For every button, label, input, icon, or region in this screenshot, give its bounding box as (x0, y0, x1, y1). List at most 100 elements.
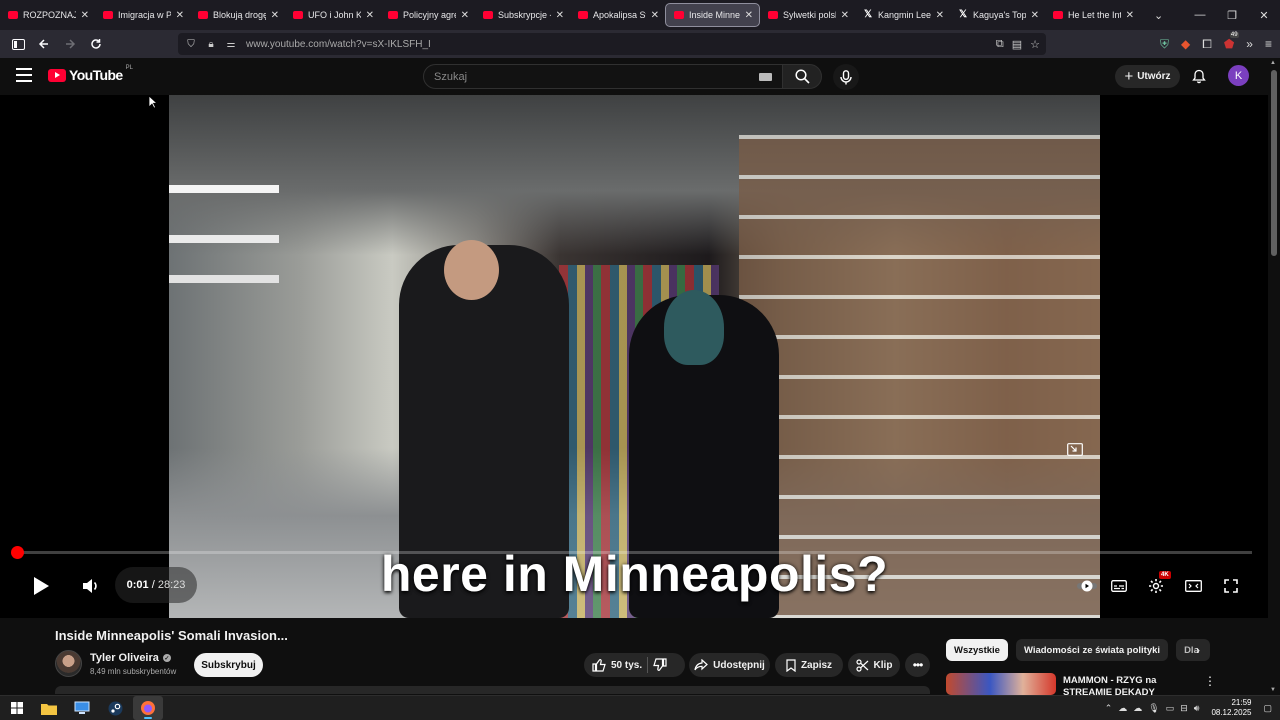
guide-menu-icon[interactable] (16, 68, 32, 82)
search-button[interactable] (782, 64, 822, 89)
close-tab-icon[interactable]: ✕ (1126, 10, 1134, 21)
start-button[interactable] (2, 696, 32, 720)
taskbar-file-explorer[interactable] (34, 696, 64, 720)
close-tab-icon[interactable]: ✕ (366, 10, 374, 21)
notifications-bell-icon[interactable] (1190, 67, 1208, 85)
tray-microphone-icon[interactable]: 🎙︎ (1148, 703, 1159, 714)
browser-tab[interactable]: 𝕏 Kangmin Lee | P ✕ (855, 3, 950, 27)
speaker-icon[interactable]: 🔊︎ (1194, 703, 1200, 714)
browser-tab[interactable]: Subskrypcje - Yo ✕ (475, 3, 570, 27)
chip-politics[interactable]: Wiadomości ze świata polityki (1015, 639, 1169, 661)
cloud-sync-icon[interactable]: ☁ (1133, 703, 1142, 714)
scroll-up-icon[interactable]: ▲ (1270, 60, 1276, 66)
browser-tab[interactable]: Policyjny agresor ✕ (380, 3, 475, 27)
overflow-chevron-icon[interactable]: » (1246, 37, 1253, 51)
share-button[interactable]: Udostępnij (689, 653, 770, 677)
voice-search-button[interactable] (833, 64, 859, 90)
page-scrollbar[interactable]: ▲ ▼ (1268, 58, 1280, 695)
subtitles-button[interactable] (1108, 575, 1130, 597)
subscribe-button[interactable]: Subskrybuj (194, 653, 263, 677)
ublock-extension-icon[interactable]: ⬟ 49 (1224, 32, 1239, 51)
close-tab-icon[interactable]: ✕ (936, 10, 944, 21)
channel-avatar[interactable] (55, 650, 82, 677)
reader-view-icon[interactable]: ▤ (1012, 38, 1022, 51)
sidebar-toggle-icon[interactable] (6, 32, 30, 56)
save-button[interactable]: Zapisz (775, 653, 843, 677)
keyboard-icon[interactable] (759, 73, 772, 81)
tray-overflow-icon[interactable]: ⌃ (1105, 703, 1113, 714)
app-menu-icon[interactable]: ≡ (1265, 37, 1272, 51)
close-tab-icon[interactable]: ✕ (176, 10, 184, 21)
channel-name[interactable]: Tyler Oliveira (90, 652, 159, 664)
lock-icon[interactable]: 🔒︎ (204, 39, 218, 50)
browser-tab-active[interactable]: Inside Minneapo ✕ (665, 3, 760, 27)
forward-icon[interactable] (58, 32, 82, 56)
reload-icon[interactable] (84, 32, 108, 56)
channel-name-row[interactable]: Tyler Oliveira ✓ (90, 652, 171, 664)
close-tab-icon[interactable]: ✕ (651, 10, 659, 21)
close-tab-icon[interactable]: ✕ (841, 10, 849, 21)
browser-tab[interactable]: He Let the Intru ✕ (1045, 3, 1140, 27)
back-icon[interactable] (32, 32, 56, 56)
browser-tab[interactable]: Apokalipsa Stali ✕ (570, 3, 665, 27)
tracking-shield-icon[interactable]: ⛉ (184, 39, 198, 50)
recommended-video-title[interactable]: MAMMON - RZYG na STREAMIE DEKADY KONIEC (1063, 675, 1193, 695)
autoplay-toggle[interactable] (1076, 575, 1098, 597)
close-tab-icon[interactable]: ✕ (271, 10, 279, 21)
video-player[interactable]: here in Minneapolis? 0:01 / 28:23 4K (0, 95, 1268, 618)
youtube-logo[interactable]: YouTube PL (48, 65, 133, 83)
scrubber-handle[interactable] (10, 546, 24, 559)
fox-extension-icon[interactable]: ◆ (1181, 37, 1190, 51)
taskbar-steam[interactable] (100, 696, 130, 720)
search-input[interactable] (434, 70, 734, 83)
search-box[interactable] (423, 64, 783, 89)
minimize-icon[interactable]: — (1184, 0, 1216, 30)
tab-list-chevron-icon[interactable]: ⌄ (1154, 9, 1163, 22)
progress-bar[interactable] (10, 546, 1252, 559)
browser-tab[interactable]: ROZPOZNAJ KO ✕ (0, 3, 95, 27)
account-avatar[interactable]: K (1228, 65, 1249, 86)
browser-tab[interactable]: Sylwetki polskich ✕ (760, 3, 855, 27)
clip-button[interactable]: Klip (848, 653, 900, 677)
fullscreen-button[interactable] (1220, 575, 1242, 597)
permissions-icon[interactable]: ⚌ (224, 39, 238, 50)
taskbar-remote-desktop[interactable] (67, 696, 97, 720)
browser-tab[interactable]: UFO i John Kenn ✕ (285, 3, 380, 27)
close-tab-icon[interactable]: ✕ (1031, 10, 1039, 21)
browser-tab[interactable]: Imigracja w Pols ✕ (95, 3, 190, 27)
onedrive-icon[interactable]: ☁ (1118, 703, 1127, 714)
theater-mode-button[interactable] (1182, 575, 1204, 597)
scrollbar-thumb[interactable] (1271, 70, 1277, 256)
chip-all[interactable]: Wszystkie (946, 639, 1008, 661)
miniplayer-icon[interactable] (1064, 438, 1086, 460)
close-tab-icon[interactable]: ✕ (745, 10, 753, 21)
extensions-puzzle-icon[interactable]: ⧠ (1202, 37, 1212, 52)
recommended-video-menu-icon[interactable]: ⋮ (1204, 674, 1216, 688)
bookmark-star-icon[interactable]: ☆ (1030, 38, 1040, 51)
restore-icon[interactable]: ❐ (1216, 0, 1248, 30)
browser-tab[interactable]: 𝕏 Kaguya's Top Gi ✕ (950, 3, 1045, 27)
chips-next-chevron-icon[interactable]: › (1188, 640, 1208, 660)
address-bar[interactable]: ⛉ 🔒︎ ⚌ www.youtube.com/watch?v=sX-IKLSFH… (178, 33, 1046, 55)
close-tab-icon[interactable]: ✕ (461, 10, 469, 21)
play-button[interactable] (28, 573, 54, 599)
scroll-down-icon[interactable]: ▼ (1270, 687, 1276, 693)
url-text[interactable]: www.youtube.com/watch?v=sX-IKLSFH_I (246, 39, 431, 50)
close-tab-icon[interactable]: ✕ (81, 10, 89, 21)
picture-in-picture-icon[interactable]: ⧉ (996, 38, 1004, 51)
more-actions-icon[interactable]: ••• (905, 653, 930, 677)
notifications-icon[interactable]: ▢ (1263, 703, 1272, 714)
volume-button[interactable] (78, 573, 104, 599)
shield-extension-icon[interactable]: ⛨ (1160, 37, 1169, 52)
dislike-button[interactable] (653, 658, 667, 672)
video-frame[interactable]: here in Minneapolis? (169, 95, 1100, 618)
like-button[interactable]: 50 tys. (592, 658, 642, 672)
tray-display-icon[interactable]: ▭ (1166, 703, 1175, 714)
create-button[interactable]: + Utwórz (1115, 65, 1180, 88)
browser-tab[interactable]: Blokują drogę, z ✕ (190, 3, 285, 27)
close-window-icon[interactable]: ✕ (1248, 0, 1280, 30)
taskbar-clock[interactable]: 21:59 08.12.2025 (1211, 698, 1251, 718)
recommended-video-thumbnail[interactable] (946, 673, 1056, 695)
close-tab-icon[interactable]: ✕ (556, 10, 564, 21)
network-icon[interactable]: ⊟ (1180, 703, 1188, 714)
